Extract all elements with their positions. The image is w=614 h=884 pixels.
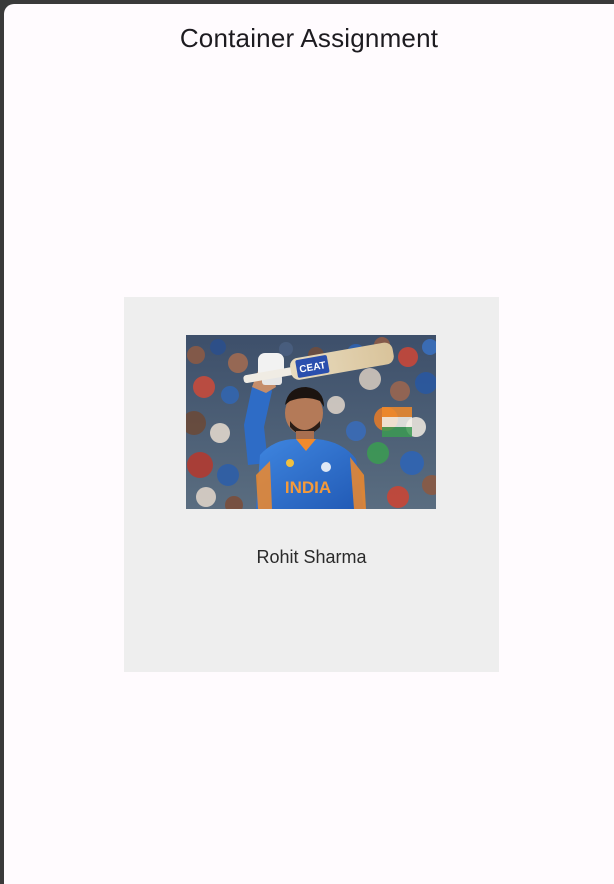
player-photo: CEAT INDIA [186, 335, 436, 509]
cricketer-photo-icon: CEAT INDIA [186, 335, 436, 509]
jersey-logo: INDIA [285, 478, 331, 497]
profile-card: CEAT INDIA Rohit Sharma [124, 297, 499, 672]
app-title: Container Assignment [179, 22, 439, 53]
player-name: Rohit Sharma [256, 547, 367, 567]
app-window: Container Assignment CEAT INDIA Rohit Sh… [4, 4, 614, 884]
app-bar: Container Assignment [4, 4, 614, 70]
